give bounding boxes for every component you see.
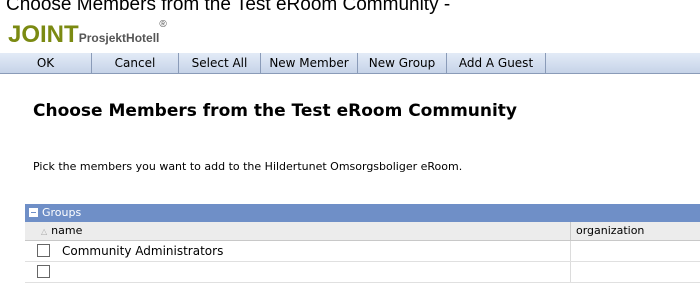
window-title: Choose Members from the Test eRoom Commu… [6,0,451,15]
collapse-icon[interactable] [29,207,38,217]
column-header-row: △ name organization [25,222,700,241]
app-logo: JOINTProsjektHotell® [8,19,167,49]
cancel-button[interactable]: Cancel [92,53,179,73]
sort-ascending-icon[interactable]: △ [41,227,47,236]
column-header-organization[interactable]: organization [571,222,700,240]
page-title: Choose Members from the Test eRoom Commu… [33,101,518,121]
select-all-button[interactable]: Select All [179,53,261,73]
new-group-button[interactable]: New Group [358,53,447,73]
toolbar: OK Cancel Select All New Member New Grou… [0,53,700,74]
group-name[interactable]: Community Administrators [62,244,223,258]
logo-main: JOINT [8,21,79,48]
column-header-name[interactable]: △ name [25,222,571,240]
instructions-text: Pick the members you want to add to the … [33,160,463,173]
ok-button[interactable]: OK [0,53,92,73]
table-row [25,262,700,283]
new-member-button[interactable]: New Member [261,53,358,73]
logo-sub: ProsjektHotell [78,31,160,45]
groups-panel: Groups △ name organization Community Admi… [25,204,700,283]
column-name-label: name [51,224,83,237]
group-organization [571,241,700,261]
table-row: Community Administrators [25,241,700,262]
row-checkbox[interactable] [37,244,50,257]
groups-panel-title: Groups [42,206,82,219]
logo-registered-mark: ® [159,19,167,30]
add-guest-button[interactable]: Add A Guest [447,53,546,73]
row-checkbox[interactable] [37,265,50,278]
groups-panel-header[interactable]: Groups [25,204,700,222]
